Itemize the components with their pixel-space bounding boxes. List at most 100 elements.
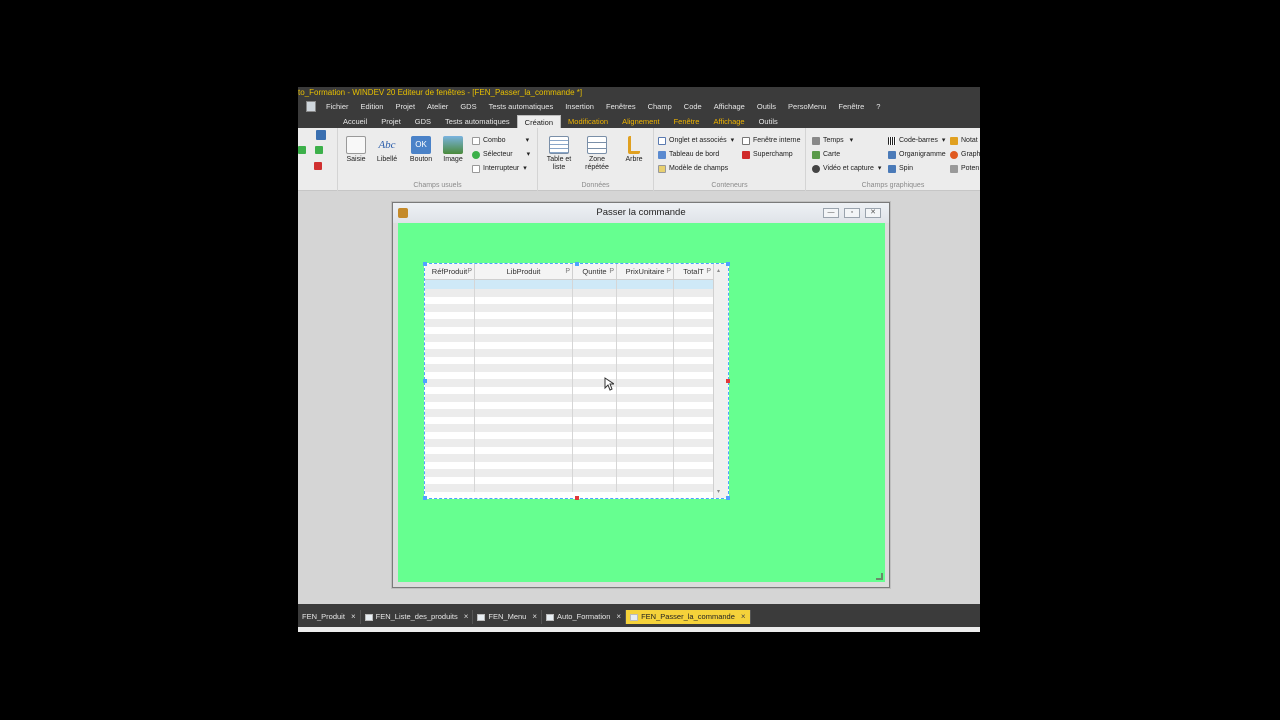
ribbon-tab[interactable]: Alignement <box>615 115 667 128</box>
menu-item[interactable]: Edition <box>361 102 384 111</box>
table-cell[interactable] <box>475 446 573 454</box>
table-cell[interactable] <box>617 431 674 439</box>
table-cell[interactable] <box>617 326 674 334</box>
table-cell[interactable] <box>617 484 674 492</box>
close-tab-icon[interactable]: × <box>464 610 469 624</box>
table-row[interactable] <box>425 401 714 409</box>
table-cell[interactable] <box>425 484 475 492</box>
table-row[interactable] <box>425 280 714 289</box>
table-cell[interactable] <box>425 439 475 447</box>
table-cell[interactable] <box>573 401 617 409</box>
table-cell[interactable] <box>425 379 475 387</box>
table-cell[interactable] <box>425 394 475 402</box>
table-cell[interactable] <box>425 409 475 417</box>
organigramme-button[interactable]: Organigramme <box>888 150 946 160</box>
resize-handle-left[interactable] <box>423 379 427 383</box>
table-cell[interactable] <box>617 319 674 327</box>
table-cell[interactable] <box>674 461 714 469</box>
table-cell[interactable] <box>475 386 573 394</box>
table-cell[interactable] <box>573 446 617 454</box>
libelle-button[interactable]: Abc Libellé <box>372 136 402 164</box>
table-cell[interactable] <box>674 469 714 477</box>
table-cell[interactable] <box>674 416 714 424</box>
table-cell[interactable] <box>573 461 617 469</box>
selecteur-button[interactable]: Sélecteur ▾ <box>472 150 530 160</box>
table-row[interactable] <box>425 311 714 319</box>
table-cell[interactable] <box>425 296 475 304</box>
table-cell[interactable] <box>475 304 573 312</box>
table-cell[interactable] <box>573 334 617 342</box>
table-cell[interactable] <box>425 334 475 342</box>
table-cell[interactable] <box>617 461 674 469</box>
table-cell[interactable] <box>617 424 674 432</box>
table-cell[interactable] <box>674 379 714 387</box>
table-column-header[interactable]: RéfProduit P <box>425 264 475 280</box>
document-tab[interactable]: FEN_Menu × <box>473 610 543 624</box>
table-cell[interactable] <box>475 334 573 342</box>
table-cell[interactable] <box>674 401 714 409</box>
table-row[interactable] <box>425 446 714 454</box>
ribbon-tab[interactable]: Outils <box>752 115 785 128</box>
window-passer-la-commande[interactable]: Passer la commande — ▫ ✕ RéfProduit P LibP… <box>392 202 890 588</box>
menu-item[interactable]: ? <box>876 102 880 111</box>
table-cell[interactable] <box>573 469 617 477</box>
spin-button[interactable]: Spin <box>888 164 913 174</box>
ribbon-tab[interactable]: Fenêtre <box>667 115 707 128</box>
resize-handle-tl[interactable] <box>423 262 427 266</box>
ribbon-tab[interactable]: Tests automatiques <box>438 115 517 128</box>
table-row[interactable] <box>425 371 714 379</box>
ribbon-tab[interactable]: Projet <box>374 115 408 128</box>
table-cell[interactable] <box>475 461 573 469</box>
column-search-icon[interactable]: P <box>565 264 570 280</box>
table-cell[interactable] <box>617 341 674 349</box>
table-cell[interactable] <box>475 409 573 417</box>
menu-item[interactable]: Fenêtres <box>606 102 636 111</box>
close-tab-icon[interactable]: × <box>616 610 621 624</box>
structure-icon-button[interactable] <box>314 162 325 170</box>
table-cell[interactable] <box>674 304 714 312</box>
table-cell[interactable] <box>573 326 617 334</box>
table-row[interactable] <box>425 349 714 357</box>
table-cell[interactable] <box>617 289 674 297</box>
table-row[interactable] <box>425 334 714 342</box>
table-cell[interactable] <box>475 476 573 484</box>
code-barres-button[interactable]: Code-barres ▾ <box>888 136 945 146</box>
table-cell[interactable] <box>617 454 674 462</box>
superchamp-button[interactable]: Superchamp <box>742 150 793 160</box>
menu-item[interactable]: Code <box>684 102 702 111</box>
table-cell[interactable] <box>674 424 714 432</box>
column-search-icon[interactable]: P <box>467 264 472 280</box>
save-icon-button[interactable] <box>298 130 329 140</box>
table-cell[interactable] <box>475 394 573 402</box>
table-cell[interactable] <box>425 371 475 379</box>
table-cell[interactable] <box>475 401 573 409</box>
table-cell[interactable] <box>475 326 573 334</box>
document-tab[interactable]: Auto_Formation × <box>542 610 627 624</box>
table-cell[interactable] <box>425 364 475 372</box>
resize-grip-icon[interactable] <box>876 573 883 580</box>
table-cell[interactable] <box>425 424 475 432</box>
table-cell[interactable] <box>617 356 674 364</box>
table-cell[interactable] <box>674 280 714 289</box>
video-button[interactable]: Vidéo et capture ▾ <box>812 164 881 174</box>
table-cell[interactable] <box>617 280 674 289</box>
table-row[interactable] <box>425 356 714 364</box>
table-cell[interactable] <box>617 334 674 342</box>
document-tab[interactable]: FEN_Produit × <box>298 610 361 624</box>
table-cell[interactable] <box>425 304 475 312</box>
table-row[interactable] <box>425 394 714 402</box>
table-cell[interactable] <box>475 469 573 477</box>
table-cell[interactable] <box>674 446 714 454</box>
table-cell[interactable] <box>573 431 617 439</box>
table-cell[interactable] <box>674 386 714 394</box>
table-cell[interactable] <box>475 356 573 364</box>
table-cell[interactable] <box>475 319 573 327</box>
menu-item[interactable]: Atelier <box>427 102 448 111</box>
table-cell[interactable] <box>573 341 617 349</box>
table-cell[interactable] <box>617 416 674 424</box>
table-cell[interactable] <box>617 311 674 319</box>
table-cell[interactable] <box>573 454 617 462</box>
menu-item[interactable]: PersoMenu <box>788 102 826 111</box>
table-cell[interactable] <box>617 379 674 387</box>
interrupteur-button[interactable]: Interrupteur ▾ <box>472 164 527 174</box>
